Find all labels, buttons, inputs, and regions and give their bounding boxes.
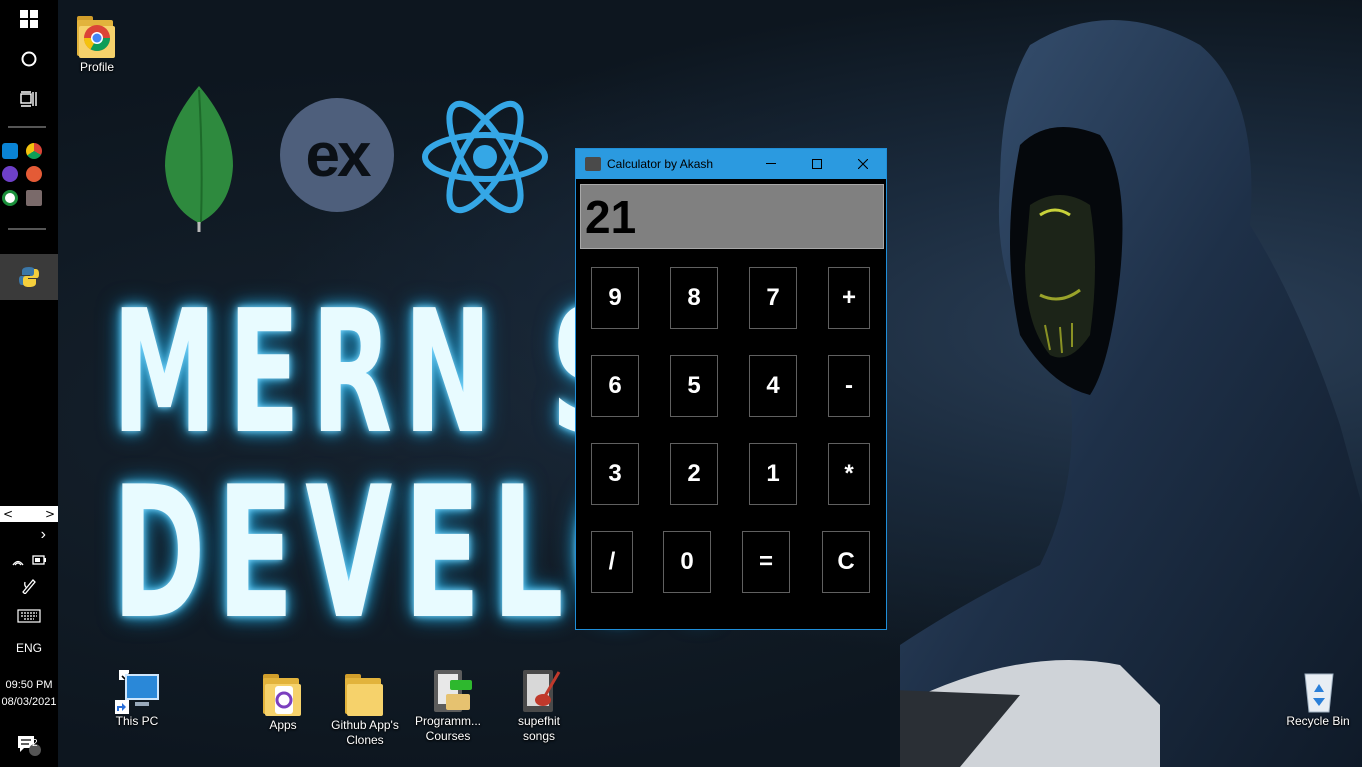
chrome-icon[interactable] — [26, 143, 42, 159]
pen-workspace-button[interactable] — [0, 574, 58, 598]
desktop-icon-profile[interactable]: Profile — [70, 12, 124, 75]
taskbar-scrollbar[interactable]: < > — [0, 506, 58, 522]
windows-logo-icon — [20, 10, 38, 28]
desktop-icon-label: Apps — [269, 718, 297, 732]
desktop-icon-label: supefhit songs — [517, 714, 561, 743]
keyboard-icon — [17, 609, 41, 623]
wifi-battery-icon — [12, 555, 46, 566]
key-equals[interactable]: = — [742, 531, 790, 593]
maximize-icon — [812, 159, 822, 169]
key-minus[interactable]: - — [828, 355, 870, 417]
hooded-figure-illustration — [900, 5, 1362, 767]
desktop-icon-recycle-bin[interactable]: Recycle Bin — [1284, 666, 1352, 729]
task-view-icon — [20, 91, 37, 107]
desktop-icon-label: Github App's Clones — [331, 718, 399, 747]
desktop-icon-songs[interactable]: supefhit songs — [506, 666, 572, 744]
react-logo — [422, 100, 548, 214]
pen-icon — [22, 579, 36, 594]
clock-date[interactable]: 08/03/2021 — [0, 696, 58, 708]
chrome-folder-icon — [73, 12, 121, 60]
desktop-icon-apps[interactable]: Apps — [258, 670, 308, 733]
mongodb-compass-icon[interactable] — [2, 190, 18, 206]
start-button[interactable] — [0, 0, 58, 38]
desktop-icon-programming-courses[interactable]: Programm... Courses — [410, 666, 486, 744]
key-1[interactable]: 1 — [749, 443, 797, 505]
key-2[interactable]: 2 — [670, 443, 718, 505]
tkinter-feather-icon — [585, 157, 601, 171]
taskbar-divider — [8, 126, 46, 128]
scroll-right-button[interactable]: > — [45, 507, 55, 521]
vscode-icon[interactable] — [2, 143, 18, 159]
desktop-icon-this-pc[interactable]: This PC — [106, 666, 168, 729]
desktop-icon-label: Recycle Bin — [1286, 714, 1350, 728]
action-center-button[interactable]: 2 — [0, 726, 58, 764]
app-icon[interactable] — [26, 190, 42, 206]
desktop-icon-label: Profile — [79, 60, 114, 74]
key-3[interactable]: 3 — [591, 443, 639, 505]
show-hidden-icons-chevron[interactable]: › — [0, 526, 58, 544]
python-icon — [19, 267, 39, 287]
github-desktop-icon[interactable] — [2, 166, 18, 182]
mongodb-logo — [165, 86, 233, 232]
key-8[interactable]: 8 — [670, 267, 718, 329]
cortana-circle-icon — [21, 51, 37, 67]
express-logo: ex — [280, 98, 394, 212]
python-taskbar-item[interactable] — [0, 254, 58, 300]
calculator-titlebar[interactable]: Calculator by Akash — [576, 149, 886, 179]
app-icon[interactable] — [26, 166, 42, 182]
touch-keyboard-button[interactable] — [0, 604, 58, 628]
minimize-icon — [766, 163, 776, 164]
cortana-button[interactable] — [0, 40, 58, 78]
notification-count-badge: 2 — [32, 738, 38, 749]
key-7[interactable]: 7 — [749, 267, 797, 329]
key-divide[interactable]: / — [591, 531, 633, 593]
maximize-button[interactable] — [794, 149, 840, 179]
task-view-button[interactable] — [0, 80, 58, 118]
desktop-icon-github-clones[interactable]: Github App's Clones — [326, 670, 404, 748]
music-folder-icon — [515, 666, 563, 714]
key-0[interactable]: 0 — [663, 531, 711, 593]
folder-icon — [341, 670, 389, 718]
scroll-left-button[interactable]: < — [3, 507, 13, 521]
taskbar-divider — [8, 228, 46, 230]
key-5[interactable]: 5 — [670, 355, 718, 417]
courses-folder-icon — [424, 666, 472, 714]
key-9[interactable]: 9 — [591, 267, 639, 329]
minimize-button[interactable] — [748, 149, 794, 179]
close-icon — [858, 159, 868, 169]
key-multiply[interactable]: * — [828, 443, 870, 505]
calculator-window: Calculator by Akash 21 9 8 7 + 6 5 4 - 3… — [575, 148, 887, 630]
folder-icon — [259, 670, 307, 718]
key-clear[interactable]: C — [822, 531, 870, 593]
calculator-display[interactable]: 21 — [580, 184, 884, 249]
recycle-bin-icon — [1294, 666, 1342, 714]
nodejs-logo — [566, 118, 686, 152]
notification-icon — [18, 736, 41, 756]
key-4[interactable]: 4 — [749, 355, 797, 417]
computer-icon — [113, 666, 161, 714]
taskbar: < > › ENG 09:50 PM 08/03/2021 2 — [0, 0, 58, 767]
clock-time[interactable]: 09:50 PM — [0, 679, 58, 691]
language-indicator[interactable]: ENG — [0, 641, 58, 655]
desktop-icon-label: Programm... Courses — [414, 714, 481, 743]
system-tray-network-battery[interactable] — [0, 548, 58, 572]
close-button[interactable] — [840, 149, 886, 179]
key-6[interactable]: 6 — [591, 355, 639, 417]
window-title: Calculator by Akash — [607, 157, 714, 171]
desktop-icon-label: This PC — [115, 714, 159, 728]
key-plus[interactable]: + — [828, 267, 870, 329]
